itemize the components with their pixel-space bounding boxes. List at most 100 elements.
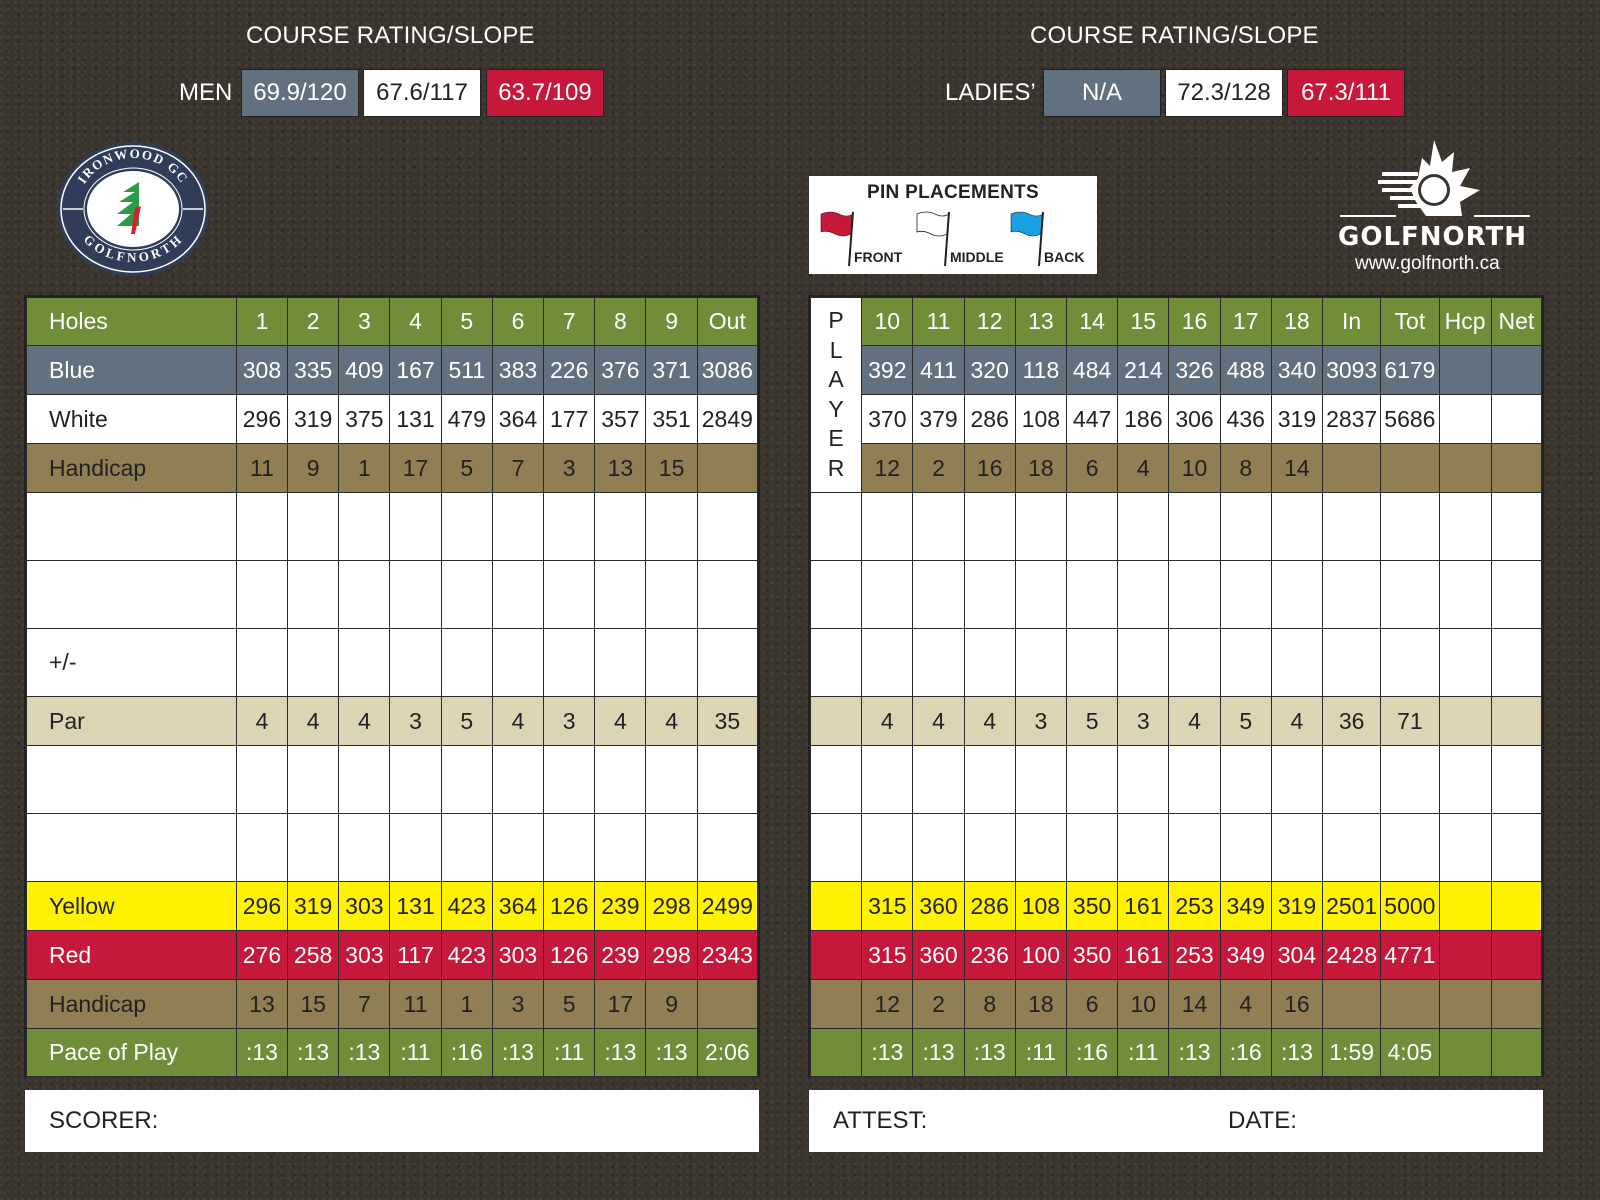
score-entry-cell[interactable]	[1117, 628, 1170, 697]
score-entry-cell[interactable]	[338, 813, 391, 882]
score-entry-cell[interactable]	[1322, 813, 1382, 882]
score-entry-cell[interactable]	[235, 560, 289, 629]
score-entry-cell[interactable]	[1219, 813, 1272, 882]
attest-date-field[interactable]: ATTEST: DATE:	[809, 1090, 1543, 1152]
score-entry-cell[interactable]	[594, 813, 647, 882]
score-entry-cell[interactable]	[338, 560, 391, 629]
score-entry-cell[interactable]	[963, 492, 1016, 561]
score-entry-cell[interactable]	[645, 745, 698, 814]
score-entry-cell[interactable]	[645, 813, 698, 882]
score-entry-cell[interactable]	[440, 492, 493, 561]
score-entry-cell[interactable]	[1168, 492, 1221, 561]
score-entry-cell[interactable]	[235, 745, 289, 814]
score-entry-cell[interactable]	[1490, 813, 1543, 882]
score-entry-cell[interactable]	[1168, 813, 1221, 882]
score-entry-cell[interactable]	[1168, 745, 1221, 814]
score-entry-cell[interactable]	[1014, 813, 1068, 882]
score-entry-cell[interactable]	[1014, 560, 1068, 629]
score-entry-cell[interactable]	[1066, 813, 1119, 882]
score-entry-cell[interactable]	[861, 628, 914, 697]
score-entry-cell[interactable]	[594, 628, 647, 697]
score-entry-cell[interactable]	[1014, 492, 1068, 561]
score-entry-cell[interactable]	[1322, 628, 1382, 697]
score-entry-cell[interactable]	[1322, 492, 1382, 561]
score-entry-cell[interactable]	[1117, 560, 1170, 629]
score-entry-cell[interactable]	[861, 560, 914, 629]
score-entry-cell[interactable]	[1117, 813, 1170, 882]
score-entry-cell[interactable]	[594, 560, 647, 629]
row-label[interactable]	[26, 492, 237, 561]
score-entry-cell[interactable]	[1014, 628, 1068, 697]
score-entry-cell[interactable]	[1322, 745, 1382, 814]
score-entry-cell[interactable]	[338, 745, 391, 814]
score-entry-cell[interactable]	[235, 813, 289, 882]
score-entry-cell[interactable]	[440, 560, 493, 629]
score-entry-cell[interactable]	[645, 492, 698, 561]
score-entry-cell[interactable]	[491, 813, 545, 882]
score-entry-cell[interactable]	[440, 628, 493, 697]
score-entry-cell[interactable]	[1380, 813, 1440, 882]
score-entry-cell[interactable]	[645, 628, 698, 697]
score-entry-cell[interactable]	[1117, 745, 1170, 814]
score-entry-cell[interactable]	[594, 492, 647, 561]
score-entry-cell[interactable]	[543, 813, 596, 882]
score-entry-cell[interactable]	[543, 628, 596, 697]
score-entry-cell[interactable]	[235, 492, 289, 561]
score-entry-cell[interactable]	[963, 628, 1016, 697]
score-entry-cell[interactable]	[1380, 560, 1440, 629]
score-entry-cell[interactable]	[1438, 813, 1492, 882]
score-entry-cell[interactable]	[696, 560, 759, 629]
player-name-cell[interactable]	[809, 813, 863, 882]
score-entry-cell[interactable]	[1219, 492, 1272, 561]
score-entry-cell[interactable]	[645, 560, 698, 629]
score-entry-cell[interactable]	[696, 813, 759, 882]
score-entry-cell[interactable]	[491, 492, 545, 561]
player-name-cell[interactable]	[809, 560, 863, 629]
score-entry-cell[interactable]	[491, 560, 545, 629]
score-entry-cell[interactable]	[1380, 492, 1440, 561]
score-entry-cell[interactable]	[235, 628, 289, 697]
score-entry-cell[interactable]	[861, 745, 914, 814]
score-entry-cell[interactable]	[543, 745, 596, 814]
score-entry-cell[interactable]	[1490, 628, 1543, 697]
score-entry-cell[interactable]	[389, 813, 442, 882]
player-name-cell[interactable]	[809, 628, 863, 697]
score-entry-cell[interactable]	[1490, 492, 1543, 561]
score-entry-cell[interactable]	[963, 560, 1016, 629]
score-entry-cell[interactable]	[1219, 560, 1272, 629]
score-entry-cell[interactable]	[389, 628, 442, 697]
score-entry-cell[interactable]	[861, 492, 914, 561]
score-entry-cell[interactable]	[1219, 628, 1272, 697]
score-entry-cell[interactable]	[1066, 745, 1119, 814]
score-entry-cell[interactable]	[1066, 492, 1119, 561]
score-entry-cell[interactable]	[440, 813, 493, 882]
player-name-cell[interactable]	[809, 745, 863, 814]
player-name-cell[interactable]	[809, 492, 863, 561]
row-label[interactable]	[26, 560, 237, 629]
score-entry-cell[interactable]	[912, 492, 965, 561]
score-entry-cell[interactable]	[912, 745, 965, 814]
score-entry-cell[interactable]	[1168, 628, 1221, 697]
score-entry-cell[interactable]	[1438, 628, 1492, 697]
score-entry-cell[interactable]	[1066, 628, 1119, 697]
golfnorth-url[interactable]: www.golfnorth.ca	[1355, 253, 1500, 275]
row-label[interactable]	[26, 745, 237, 814]
score-entry-cell[interactable]	[1270, 813, 1324, 882]
score-entry-cell[interactable]	[696, 492, 759, 561]
score-entry-cell[interactable]	[594, 745, 647, 814]
scorer-field[interactable]: SCORER:	[25, 1090, 759, 1152]
score-entry-cell[interactable]	[963, 813, 1016, 882]
score-entry-cell[interactable]	[287, 560, 340, 629]
score-entry-cell[interactable]	[912, 813, 965, 882]
score-entry-cell[interactable]	[1380, 745, 1440, 814]
score-entry-cell[interactable]	[543, 560, 596, 629]
score-entry-cell[interactable]	[912, 628, 965, 697]
score-entry-cell[interactable]	[1270, 560, 1324, 629]
score-entry-cell[interactable]	[912, 560, 965, 629]
score-entry-cell[interactable]	[491, 628, 545, 697]
score-entry-cell[interactable]	[1490, 745, 1543, 814]
score-entry-cell[interactable]	[1219, 745, 1272, 814]
score-entry-cell[interactable]	[338, 492, 391, 561]
score-entry-cell[interactable]	[1014, 745, 1068, 814]
score-entry-cell[interactable]	[963, 745, 1016, 814]
